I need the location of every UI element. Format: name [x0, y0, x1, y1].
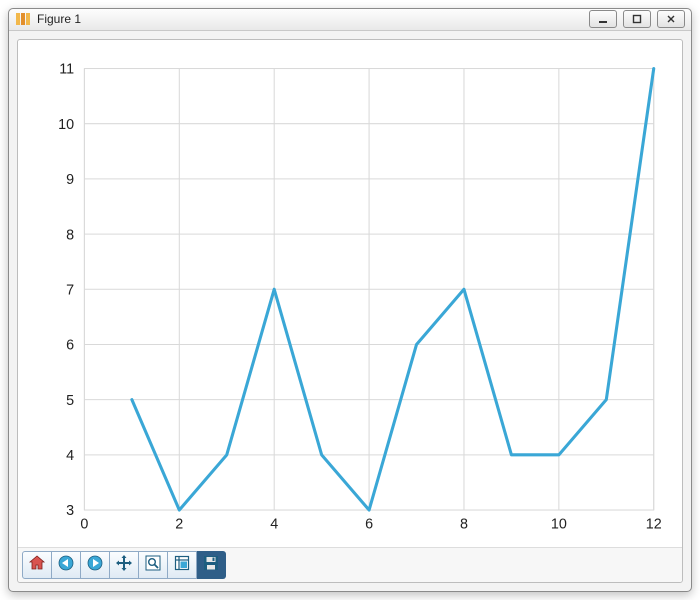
arrow-right-icon: [86, 554, 104, 577]
svg-text:5: 5: [66, 393, 74, 409]
svg-text:3: 3: [66, 503, 74, 519]
close-button[interactable]: [657, 10, 685, 28]
window-controls: [589, 10, 685, 28]
maximize-button[interactable]: [623, 10, 651, 28]
svg-text:6: 6: [66, 337, 74, 353]
save-button[interactable]: [197, 551, 226, 579]
zoom-icon: [144, 554, 162, 577]
svg-text:6: 6: [365, 517, 373, 533]
minimize-button[interactable]: [589, 10, 617, 28]
pan-icon: [115, 554, 133, 577]
svg-text:8: 8: [66, 227, 74, 243]
svg-text:2: 2: [175, 517, 183, 533]
figure-window: Figure 1 0 2 4 6 8 10 12 3 4 5 6 7 8 9 10 11: [8, 8, 692, 592]
svg-text:8: 8: [460, 517, 468, 533]
svg-text:7: 7: [66, 282, 74, 298]
svg-text:9: 9: [66, 172, 74, 188]
line-chart: 0 2 4 6 8 10 12 3 4 5 6 7 8 9 10 11: [28, 54, 664, 541]
svg-text:0: 0: [80, 517, 88, 533]
subplots-icon: [173, 554, 191, 577]
svg-text:4: 4: [66, 448, 74, 464]
save-icon: [202, 554, 220, 577]
svg-text:4: 4: [270, 517, 278, 533]
svg-text:10: 10: [551, 517, 567, 533]
svg-text:10: 10: [58, 117, 74, 133]
forward-button[interactable]: [81, 551, 110, 579]
pan-button[interactable]: [110, 551, 139, 579]
zoom-button[interactable]: [139, 551, 168, 579]
plot-area: 0 2 4 6 8 10 12 3 4 5 6 7 8 9 10 11: [18, 40, 682, 547]
svg-text:11: 11: [59, 62, 74, 78]
home-button[interactable]: [22, 551, 52, 579]
app-icon: [15, 11, 31, 27]
titlebar: Figure 1: [9, 9, 691, 31]
nav-toolbar: [18, 547, 682, 582]
home-icon: [28, 554, 46, 577]
back-button[interactable]: [52, 551, 81, 579]
window-title: Figure 1: [37, 12, 81, 26]
subplots-button[interactable]: [168, 551, 197, 579]
svg-text:12: 12: [646, 517, 662, 533]
client-area: 0 2 4 6 8 10 12 3 4 5 6 7 8 9 10 11: [17, 39, 683, 583]
arrow-left-icon: [57, 554, 75, 577]
